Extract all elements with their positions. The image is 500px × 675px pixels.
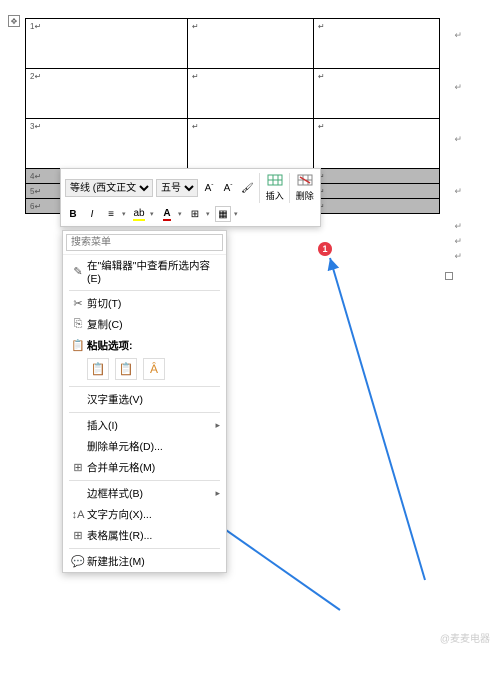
brush-icon: 🖌 <box>241 183 254 194</box>
highlight-icon: ab <box>133 208 144 221</box>
delete-button[interactable]: 删除 <box>294 187 316 203</box>
table-row: 1↵↵↵ <box>26 19 440 69</box>
table-move-handle[interactable]: ✥ <box>8 15 20 27</box>
cell-align-button[interactable]: ▦ <box>215 206 231 222</box>
paste-keep-source[interactable]: 📋 <box>87 358 109 380</box>
align-icon: ≡ <box>108 209 114 220</box>
insert-button[interactable]: 插入 <box>264 187 286 203</box>
comment-icon: 💬 <box>69 555 87 568</box>
menu-hanzi[interactable]: 汉字重选(V) <box>63 389 226 410</box>
table-properties-icon: ⊞ <box>69 529 87 542</box>
paragraph-mark: ↵ <box>454 186 462 197</box>
context-menu: ✎在"编辑器"中查看所选内容(E) ✂剪切(T) ⎘复制(C) 📋粘贴选项: 📋… <box>62 230 227 573</box>
menu-separator <box>69 290 220 291</box>
chevron-right-icon: ▸ <box>215 488 220 499</box>
menu-copy[interactable]: ⎘复制(C) <box>63 314 226 335</box>
table-insert-icon <box>266 173 284 187</box>
font-family-select[interactable]: 等线 (西文正文) <box>65 179 153 197</box>
menu-insert[interactable]: 插入(I)▸ <box>63 415 226 436</box>
chevron-right-icon: ▸ <box>215 420 220 431</box>
menu-separator <box>69 386 220 387</box>
menu-separator <box>69 480 220 481</box>
italic-button[interactable]: I <box>84 206 100 222</box>
paragraph-mark: ↵ <box>454 30 462 41</box>
menu-search-input[interactable] <box>66 234 223 251</box>
menu-paste-options: 📋粘贴选项: <box>63 335 226 356</box>
bold-button[interactable]: B <box>65 206 81 222</box>
menu-text-direction[interactable]: ↕A文字方向(X)... <box>63 504 226 525</box>
paste-merge-format[interactable]: 📋 <box>115 358 137 380</box>
paragraph-mark: ↵ <box>454 236 462 247</box>
paste-icon: 📋 <box>69 339 87 352</box>
menu-delete-cells[interactable]: 删除单元格(D)... <box>63 436 226 457</box>
cut-icon: ✂ <box>69 297 87 310</box>
menu-search <box>63 231 226 255</box>
text-direction-icon: ↕A <box>69 509 87 521</box>
format-painter-button[interactable]: 🖌 <box>239 180 256 196</box>
paragraph-mark: ↵ <box>454 221 462 232</box>
table-resize-handle[interactable] <box>445 272 453 280</box>
clipboard-a-icon: Ȃ <box>150 362 158 376</box>
grow-font-button[interactable]: Aˆ <box>201 180 217 196</box>
table-row: 2↵↵↵ <box>26 69 440 119</box>
font-color-icon: A <box>163 208 170 221</box>
menu-editor-view[interactable]: ✎在"编辑器"中查看所选内容(E) <box>63 255 226 288</box>
table-delete-icon <box>296 173 314 187</box>
menu-cut[interactable]: ✂剪切(T) <box>63 293 226 314</box>
menu-new-comment[interactable]: 💬新建批注(M) <box>63 551 226 572</box>
paragraph-mark: ↵ <box>454 251 462 262</box>
menu-separator <box>69 412 220 413</box>
menu-table-properties[interactable]: ⊞表格属性(R)... <box>63 525 226 546</box>
clipboard-icon: 📋 <box>119 362 134 376</box>
menu-separator <box>69 548 220 549</box>
paragraph-mark: ↵ <box>454 134 462 145</box>
font-size-select[interactable]: 五号 <box>156 179 198 197</box>
clipboard-icon: 📋 <box>91 362 106 376</box>
callout-badge-1: 1 <box>318 242 332 256</box>
watermark: @麦麦电器 <box>440 630 490 645</box>
border-button[interactable]: ⊞ <box>187 206 203 222</box>
table-row: 3↵↵↵ <box>26 119 440 169</box>
merge-icon: ⊞ <box>69 461 87 474</box>
menu-merge-cells[interactable]: ⊞合并单元格(M) <box>63 457 226 478</box>
paste-options-row: 📋 📋 Ȃ <box>63 356 226 384</box>
mini-toolbar: 等线 (西文正文) 五号 Aˆ Aˇ 🖌 插入 删除 B I ≡▾ ab▾ A▾… <box>60 168 321 227</box>
font-color-button[interactable]: A <box>159 206 175 222</box>
highlight-button[interactable]: ab <box>131 206 147 222</box>
copy-icon: ⎘ <box>69 318 87 331</box>
align-button[interactable]: ≡ <box>103 206 119 222</box>
cell-align-icon: ▦ <box>218 209 227 220</box>
paste-text-only[interactable]: Ȃ <box>143 358 165 380</box>
paragraph-mark: ↵ <box>454 82 462 93</box>
border-icon: ⊞ <box>191 209 199 220</box>
editor-icon: ✎ <box>69 265 87 278</box>
menu-border-style[interactable]: 边框样式(B)▸ <box>63 483 226 504</box>
shrink-font-button[interactable]: Aˇ <box>220 180 236 196</box>
